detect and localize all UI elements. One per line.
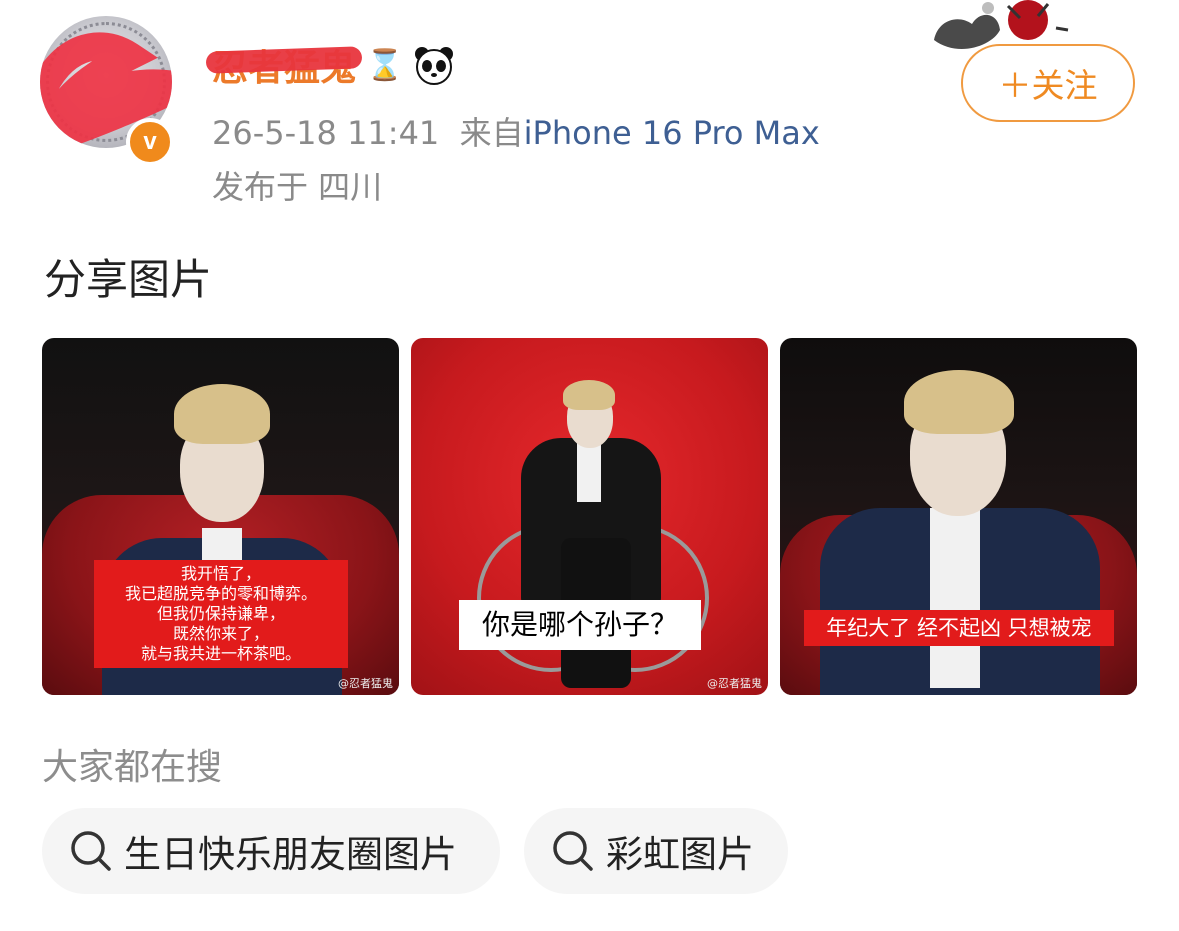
search-chip[interactable]: 生日快乐朋友圈图片 xyxy=(42,808,500,894)
caption-line: 我已超脱竞争的零和博弈。 xyxy=(124,584,317,603)
post-image-3[interactable]: 年纪大了 经不起凶 只想被宠 xyxy=(780,338,1137,695)
shirt xyxy=(577,442,601,502)
post-text: 分享图片 xyxy=(44,255,213,304)
location: 发布于 四川 xyxy=(212,168,383,206)
image-caption: 我开悟了， 我已超脱竞争的零和博弈。 但我仍保持谦卑， 既然你来了， 就与我共进… xyxy=(94,560,348,668)
hair xyxy=(174,384,270,444)
follow-button[interactable]: ＋关注 xyxy=(961,44,1135,122)
device-name[interactable]: iPhone 16 Pro Max xyxy=(524,114,820,152)
caption-line: 就与我共进一杯茶吧。 xyxy=(140,644,301,663)
search-icon xyxy=(71,831,111,871)
panda-icon xyxy=(415,47,454,85)
hair xyxy=(904,370,1014,434)
search-chip[interactable]: 彩虹图片 xyxy=(524,808,788,894)
verified-badge: v xyxy=(126,118,174,166)
post-image-2[interactable]: 你是哪个孙子？ @忍者猛鬼 xyxy=(411,338,768,695)
hair xyxy=(563,380,615,410)
image-caption: 年纪大了 经不起凶 只想被宠 xyxy=(804,610,1114,646)
post-meta: 26-5-18 11:41 来自iPhone 16 Pro Max xyxy=(212,108,820,154)
search-section-title: 大家都在搜 xyxy=(42,747,223,788)
watermark: @忍者猛鬼 xyxy=(707,677,762,690)
verified-mark: v xyxy=(143,128,157,155)
caption-line: 但我仍保持谦卑， xyxy=(156,604,285,623)
caption-line: 既然你来了， xyxy=(172,624,269,643)
username[interactable]: 忍者猛鬼 xyxy=(205,39,363,91)
search-icon xyxy=(553,831,593,871)
hourglass-icon: ⌛ xyxy=(366,47,404,83)
username-row: 忍者猛鬼 ⌛ xyxy=(205,39,455,91)
image-caption: 你是哪个孙子？ xyxy=(459,600,701,650)
from-label: 来自 xyxy=(459,114,524,152)
post-image-1[interactable]: 我开悟了， 我已超脱竞争的零和博弈。 但我仍保持谦卑， 既然你来了， 就与我共进… xyxy=(42,338,399,695)
caption-line: 我开悟了， xyxy=(180,564,261,583)
search-chip-label: 彩虹图片 xyxy=(606,833,754,876)
shirt xyxy=(930,508,980,688)
watermark: @忍者猛鬼 xyxy=(338,677,393,690)
timestamp: 26-5-18 11:41 xyxy=(212,114,440,152)
search-chip-label: 生日快乐朋友圈图片 xyxy=(124,833,457,876)
